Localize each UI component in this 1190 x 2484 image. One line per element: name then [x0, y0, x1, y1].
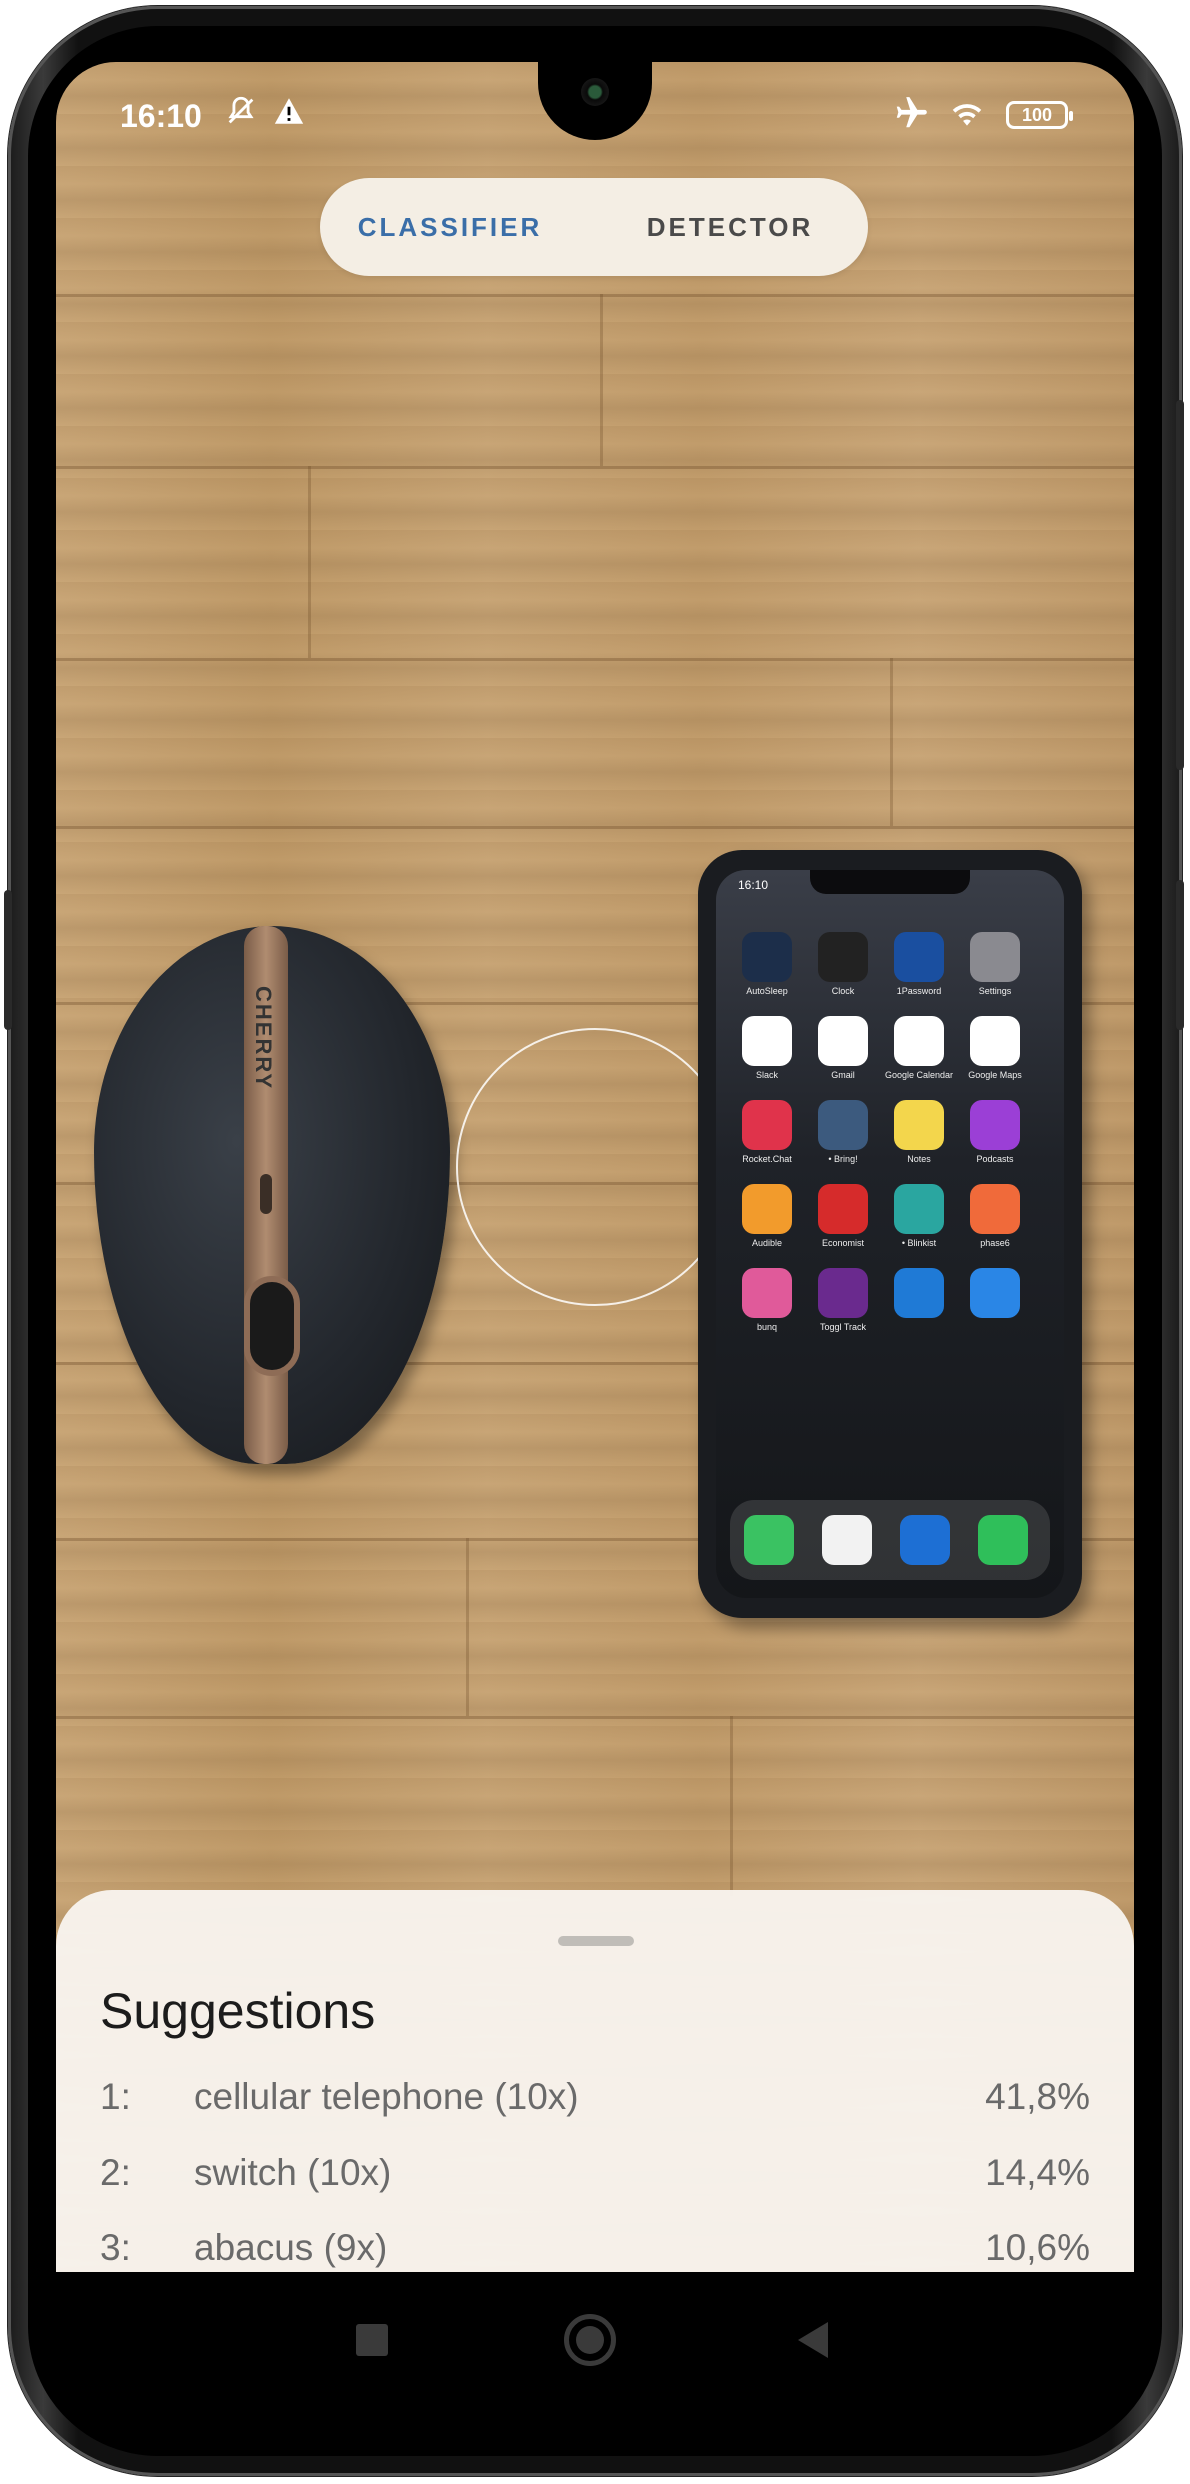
suggestion-label: abacus (9x): [194, 2227, 388, 2268]
wood-plank-seam: [890, 658, 893, 826]
home-app-icon: [894, 1016, 944, 1066]
wifi-icon: [946, 94, 988, 140]
airplane-mode-icon: [892, 94, 930, 140]
battery-indicator: 100: [1006, 101, 1073, 129]
computer-mouse-object: CHERRY: [94, 926, 450, 1464]
home-app-label: Podcasts: [976, 1154, 1014, 1164]
home-app-icon: [894, 932, 944, 982]
suggestion-percent: 10,6%: [985, 2227, 1090, 2268]
wood-plank-edge: [56, 826, 1134, 829]
home-app-label: • Bring!: [828, 1154, 858, 1164]
wood-plank-edge: [56, 658, 1134, 661]
home-app-icon: [894, 1268, 944, 1318]
home-app-icon: [970, 932, 1020, 982]
home-app-icon: [970, 1268, 1020, 1318]
wood-plank-edge: [56, 294, 1134, 297]
home-app-icon: [742, 1100, 792, 1150]
suggestion-label: switch (10x): [194, 2152, 392, 2193]
phone-app-icon: [744, 1515, 794, 1565]
muted-bell-icon: [224, 94, 258, 136]
wood-plank-seam: [466, 1538, 469, 1716]
suggestion-index: 2:: [100, 2152, 131, 2193]
smartphone-screen: 16:10 AutoSleep Clock 1Password Settings Sla…: [716, 870, 1064, 1598]
home-app-icon: [818, 1268, 868, 1318]
status-time: 16:10: [120, 98, 202, 134]
trello-app-icon: [900, 1515, 950, 1565]
wood-plank-edge: [56, 1716, 1134, 1719]
home-app-label: Gmail: [831, 1070, 855, 1080]
suggestion-percent: 41,8%: [985, 2076, 1090, 2117]
home-app-icon: [818, 1100, 868, 1150]
suggestion-row: 2: switch (10x) 14,4%: [56, 2152, 1134, 2212]
home-app-icon: [742, 1184, 792, 1234]
home-app-icon: [818, 1184, 868, 1234]
tab-classifier[interactable]: CLASSIFIER: [350, 178, 550, 276]
home-app-label: Clock: [831, 986, 855, 996]
home-app-label: 1Password: [896, 986, 942, 996]
whatsapp-app-icon: [978, 1515, 1028, 1565]
home-app-icon: [742, 932, 792, 982]
home-app-label: Google Calendar: [884, 1070, 954, 1080]
home-app-label: Google Maps: [968, 1070, 1022, 1080]
home-app-label: Notes: [907, 1154, 931, 1164]
home-app-icon: [970, 1100, 1020, 1150]
smartphone-object: 16:10 AutoSleep Clock 1Password Settings Sla…: [698, 850, 1082, 1618]
home-app-icon: [894, 1100, 944, 1150]
mouse-slot: [260, 1174, 272, 1214]
home-app-label: bunq: [756, 1322, 778, 1332]
front-camera: [581, 78, 609, 106]
mouse-scroll-wheel: [244, 1276, 300, 1376]
mouse-brand-label: CHERRY: [251, 986, 276, 1091]
home-icon[interactable]: [564, 2314, 616, 2366]
home-app-label: Rocket.Chat: [742, 1154, 792, 1164]
home-app-icon: [894, 1184, 944, 1234]
wood-plank-seam: [308, 466, 311, 658]
suggestion-row: 3: abacus (9x) 10,6%: [56, 2227, 1134, 2272]
volume-button: [1176, 400, 1184, 770]
home-app-label: Audible: [751, 1238, 783, 1248]
home-app-label: Economist: [821, 1238, 865, 1248]
smartphone-time: 16:10: [738, 878, 769, 892]
home-app-icon: [818, 932, 868, 982]
suggestion-index: 3:: [100, 2227, 131, 2268]
home-app-label: AutoSleep: [746, 986, 788, 996]
recents-icon[interactable]: [356, 2324, 388, 2356]
home-app-icon: [818, 1016, 868, 1066]
wood-plank-edge: [56, 466, 1134, 469]
home-app-label: • Blinkist: [901, 1238, 937, 1248]
focus-reticle: [456, 1028, 734, 1306]
tab-detector[interactable]: DETECTOR: [630, 178, 830, 276]
suggestion-index: 1:: [100, 2076, 131, 2117]
smartphone-dock: [730, 1500, 1050, 1580]
home-app-label: phase6: [980, 1238, 1010, 1248]
chrome-app-icon: [822, 1515, 872, 1565]
suggestions-title: Suggestions: [100, 1983, 376, 2039]
home-app-label: Settings: [978, 986, 1012, 996]
smartphone-notch: [810, 870, 970, 894]
camera-screen: 16:10 100 CLASSIFIER DETECTOR CHERRY 16:…: [56, 62, 1134, 2272]
power-button: [1176, 880, 1184, 1030]
suggestions-sheet[interactable]: Suggestions 1: cellular telephone (10x) …: [56, 1890, 1134, 2272]
home-app-label: Toggl Track: [819, 1322, 867, 1332]
suggestion-percent: 14,4%: [985, 2152, 1090, 2193]
sheet-drag-handle[interactable]: [558, 1936, 634, 1946]
home-app-label: Slack: [755, 1070, 778, 1080]
wood-plank-seam: [600, 294, 603, 466]
home-app-icon: [742, 1016, 792, 1066]
home-app-icon: [742, 1268, 792, 1318]
warning-icon: [272, 94, 306, 136]
side-key: [4, 890, 12, 1030]
suggestion-row: 1: cellular telephone (10x) 41,8%: [56, 2076, 1134, 2136]
back-icon[interactable]: [798, 2322, 828, 2358]
home-app-icon: [970, 1184, 1020, 1234]
mode-switcher: CLASSIFIER DETECTOR: [320, 178, 868, 276]
home-app-icon: [970, 1016, 1020, 1066]
navigation-bar: [56, 2272, 1134, 2412]
wood-plank-seam: [730, 1716, 733, 1896]
suggestion-label: cellular telephone (10x): [194, 2076, 579, 2117]
